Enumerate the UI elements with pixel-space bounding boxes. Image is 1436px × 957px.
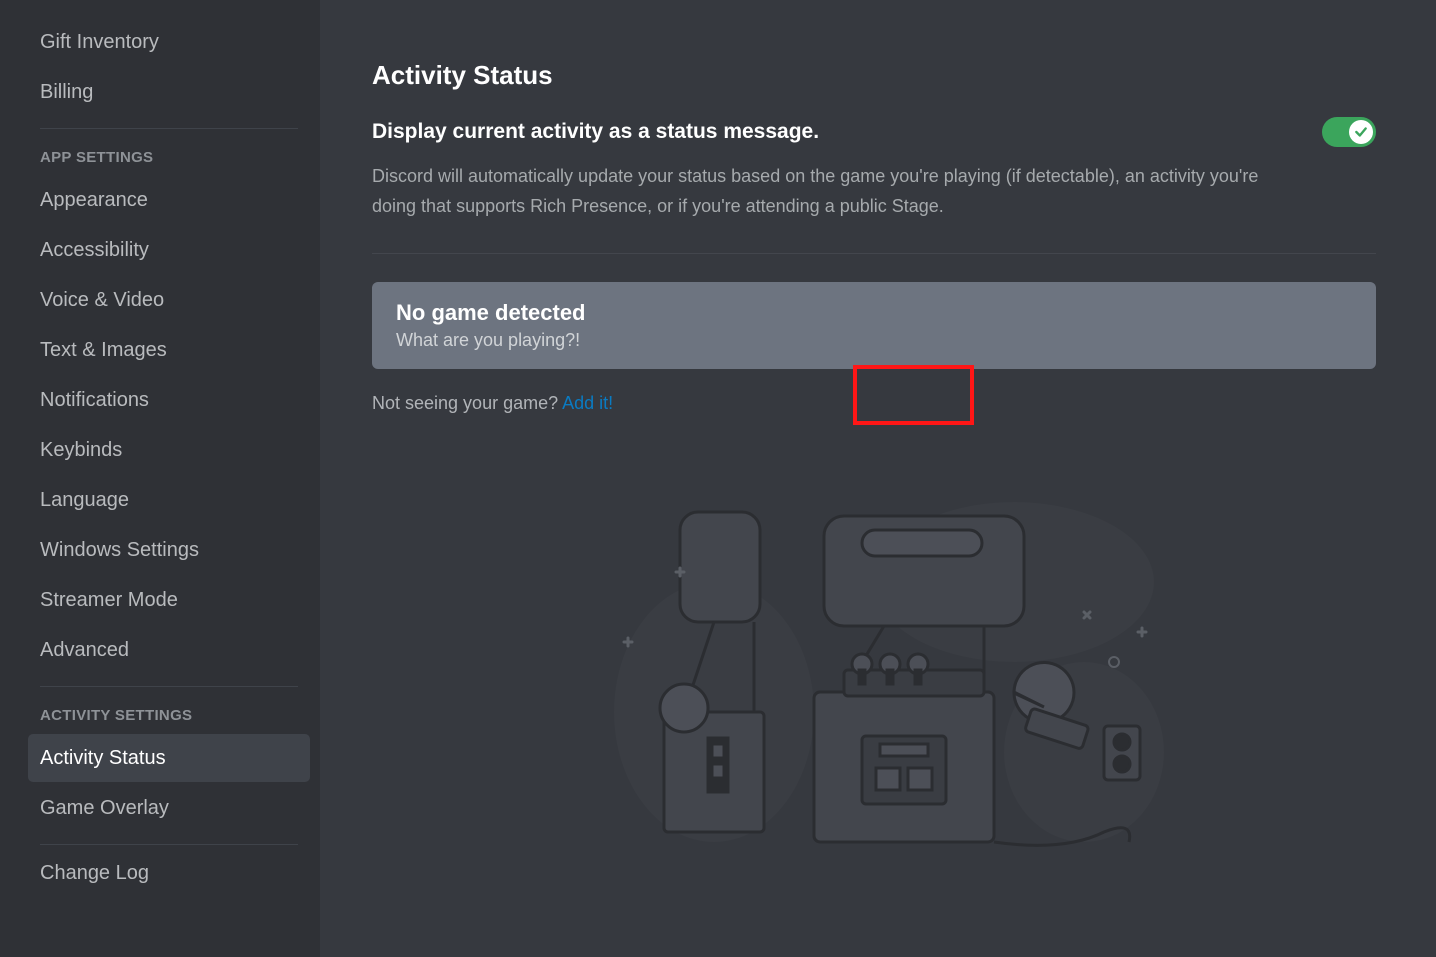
page-title: Activity Status [372, 60, 1376, 91]
sidebar-item-billing[interactable]: Billing [28, 68, 310, 116]
sidebar-item-gift-inventory[interactable]: Gift Inventory [28, 18, 310, 66]
sidebar-item-game-overlay[interactable]: Game Overlay [28, 784, 310, 832]
sidebar-item-change-log[interactable]: Change Log [28, 849, 310, 897]
sidebar-item-activity-status[interactable]: Activity Status [28, 734, 310, 782]
sidebar-divider [40, 844, 298, 845]
settings-sidebar: Gift Inventory Billing APP SETTINGS Appe… [0, 0, 320, 957]
not-seeing-row: Not seeing your game? Add it! [372, 393, 1376, 414]
toggle-description: Discord will automatically update your s… [372, 161, 1292, 221]
sidebar-item-language[interactable]: Language [28, 476, 310, 524]
sidebar-item-notifications[interactable]: Notifications [28, 376, 310, 424]
no-game-title: No game detected [396, 300, 1352, 326]
add-it-link[interactable]: Add it! [562, 393, 613, 413]
section-divider [372, 253, 1376, 254]
main-content: Activity Status Display current activity… [320, 0, 1436, 957]
toggle-label: Display current activity as a status mes… [372, 120, 819, 144]
sidebar-header-app-settings: APP SETTINGS [28, 133, 310, 174]
sidebar-item-text-images[interactable]: Text & Images [28, 326, 310, 374]
activity-status-toggle[interactable] [1322, 117, 1376, 147]
sidebar-header-activity-settings: ACTIVITY SETTINGS [28, 691, 310, 732]
sidebar-item-appearance[interactable]: Appearance [28, 176, 310, 224]
sidebar-item-keybinds[interactable]: Keybinds [28, 426, 310, 474]
not-seeing-text: Not seeing your game? [372, 393, 562, 413]
arcade-illustration [372, 492, 1376, 852]
no-game-card: No game detected What are you playing?! [372, 282, 1376, 369]
sidebar-item-accessibility[interactable]: Accessibility [28, 226, 310, 274]
sidebar-item-advanced[interactable]: Advanced [28, 626, 310, 674]
no-game-subtitle: What are you playing?! [396, 330, 1352, 351]
sidebar-item-streamer-mode[interactable]: Streamer Mode [28, 576, 310, 624]
sidebar-item-voice-video[interactable]: Voice & Video [28, 276, 310, 324]
sidebar-divider [40, 686, 298, 687]
sidebar-divider [40, 128, 298, 129]
sidebar-item-windows-settings[interactable]: Windows Settings [28, 526, 310, 574]
check-icon [1349, 120, 1373, 144]
